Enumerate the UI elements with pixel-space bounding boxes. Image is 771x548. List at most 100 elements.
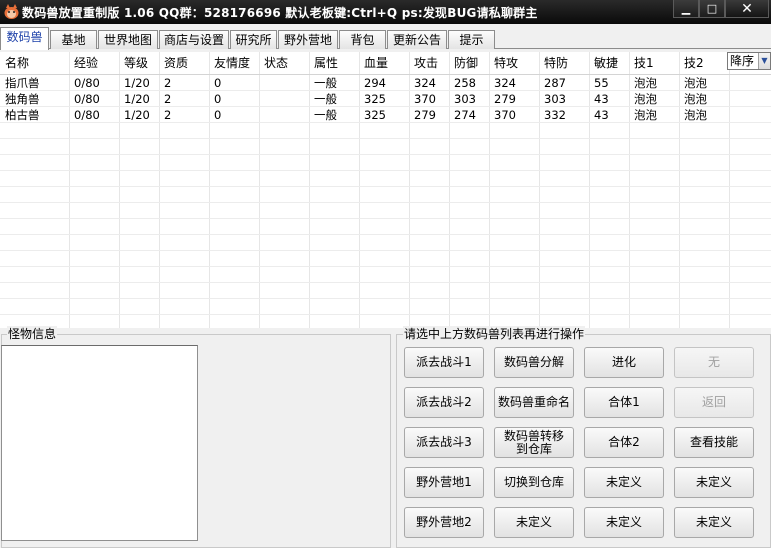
evolve-button[interactable]: 进化 <box>584 347 664 378</box>
table-cell[interactable]: 1/20 <box>124 107 150 123</box>
table-cell[interactable]: 370 <box>494 107 516 123</box>
column-header-name[interactable]: 名称 <box>5 52 29 74</box>
table-cell[interactable]: 柏古兽 <box>5 107 40 123</box>
table-cell[interactable]: 332 <box>544 107 566 123</box>
undefined-button[interactable]: 未定义 <box>584 467 664 498</box>
monster-info-title: 怪物信息 <box>7 326 58 342</box>
column-header-level[interactable]: 等级 <box>124 52 148 74</box>
title-bar[interactable]: 数码兽放置重制版 1.06 QQ群：528176696 默认老板键:Ctrl+Q… <box>0 0 771 24</box>
undefined-button[interactable]: 未定义 <box>674 467 754 498</box>
table-cell[interactable]: 279 <box>414 107 436 123</box>
table-cell[interactable]: 55 <box>594 75 609 91</box>
tab-tips[interactable]: 提示 <box>448 30 495 49</box>
table-cell[interactable]: 一般 <box>314 107 337 123</box>
fuse-1-button[interactable]: 合体1 <box>584 387 664 418</box>
table-cell[interactable]: 1/20 <box>124 91 150 107</box>
tab-lab[interactable]: 研究所 <box>230 30 277 49</box>
column-header-attribute[interactable]: 属性 <box>314 52 338 74</box>
table-cell[interactable]: 303 <box>544 91 566 107</box>
sort-order-select[interactable]: 降序 ▼ <box>727 52 771 70</box>
column-header-attack[interactable]: 攻击 <box>414 52 438 74</box>
send-battle-1-button[interactable]: 派去战斗1 <box>404 347 484 378</box>
sort-order-value: 降序 <box>730 54 755 68</box>
table-cell[interactable]: 0 <box>214 107 221 123</box>
table-cell[interactable]: 2 <box>164 107 171 123</box>
table-cell[interactable]: 泡泡 <box>684 75 707 91</box>
send-battle-2-button[interactable]: 派去战斗2 <box>404 387 484 418</box>
column-header-sp-defense[interactable]: 特防 <box>544 52 568 74</box>
tab-base[interactable]: 基地 <box>50 30 97 49</box>
field-camp-2-button[interactable]: 野外营地2 <box>404 507 484 538</box>
tab-field-camp[interactable]: 野外营地 <box>278 30 338 49</box>
table-cell[interactable]: 泡泡 <box>634 75 657 91</box>
table-cell[interactable]: 287 <box>544 75 566 91</box>
table-cell[interactable]: 泡泡 <box>634 91 657 107</box>
table-cell[interactable]: 0/80 <box>74 91 100 107</box>
table-cell[interactable]: 0 <box>214 75 221 91</box>
table-cell[interactable]: 泡泡 <box>684 91 707 107</box>
column-header-friendship[interactable]: 友情度 <box>214 52 250 74</box>
tab-bar: 数码兽 基地 世界地图 商店与设置 研究所 野外营地 背包 更新公告 提示 <box>0 27 771 50</box>
table-cell[interactable]: 泡泡 <box>684 107 707 123</box>
monster-info-textbox[interactable] <box>1 345 198 541</box>
actions-title: 请选中上方数码兽列表再进行操作 <box>403 326 586 342</box>
switch-to-storage-button[interactable]: 切换到仓库 <box>494 467 574 498</box>
decompose-button[interactable]: 数码兽分解 <box>494 347 574 378</box>
tab-world-map[interactable]: 世界地图 <box>98 30 158 49</box>
table-cell[interactable]: 1/20 <box>124 75 150 91</box>
table-cell[interactable]: 一般 <box>314 75 337 91</box>
undefined-button[interactable]: 未定义 <box>584 507 664 538</box>
tab-bag[interactable]: 背包 <box>339 30 386 49</box>
field-camp-1-button[interactable]: 野外营地1 <box>404 467 484 498</box>
table-cell[interactable]: 370 <box>414 91 436 107</box>
table-cell[interactable]: 指爪兽 <box>5 75 40 91</box>
table-cell[interactable]: 325 <box>364 107 386 123</box>
view-skills-button[interactable]: 查看技能 <box>674 427 754 458</box>
column-header-defense[interactable]: 防御 <box>454 52 478 74</box>
table-cell[interactable]: 258 <box>454 75 476 91</box>
table-cell[interactable]: 324 <box>414 75 436 91</box>
column-header-aptitude[interactable]: 资质 <box>164 52 188 74</box>
table-cell[interactable]: 325 <box>364 91 386 107</box>
undefined-button[interactable]: 未定义 <box>494 507 574 538</box>
tab-shop-settings[interactable]: 商店与设置 <box>159 30 229 49</box>
table-cell[interactable]: 2 <box>164 91 171 107</box>
column-header-agility[interactable]: 敏捷 <box>594 52 618 74</box>
minimize-button[interactable]: ▁ <box>673 0 699 18</box>
app-window: 数码兽放置重制版 1.06 QQ群：528176696 默认老板键:Ctrl+Q… <box>0 0 771 548</box>
tab-digimon[interactable]: 数码兽 <box>0 27 49 50</box>
table-cell[interactable]: 2 <box>164 75 171 91</box>
column-header-skill2[interactable]: 技2 <box>684 52 704 74</box>
table-cell[interactable]: 0 <box>214 91 221 107</box>
none-button[interactable]: 无 <box>674 347 754 378</box>
table-cell[interactable]: 294 <box>364 75 386 91</box>
table-cell[interactable]: 泡泡 <box>634 107 657 123</box>
tab-update-notes[interactable]: 更新公告 <box>387 30 447 49</box>
table-cell[interactable]: 43 <box>594 107 609 123</box>
column-header-status[interactable]: 状态 <box>264 52 288 74</box>
table-cell[interactable]: 324 <box>494 75 516 91</box>
window-title: 数码兽放置重制版 1.06 QQ群：528176696 默认老板键:Ctrl+Q… <box>22 6 538 20</box>
undefined-button[interactable]: 未定义 <box>674 507 754 538</box>
digimon-list[interactable]: 名称 经验 等级 资质 友情度 状态 属性 血量 攻击 防御 特攻 特防 敏捷 … <box>0 52 771 328</box>
table-cell[interactable]: 279 <box>494 91 516 107</box>
fuse-2-button[interactable]: 合体2 <box>584 427 664 458</box>
column-header-skill1[interactable]: 技1 <box>634 52 654 74</box>
column-header-sp-attack[interactable]: 特攻 <box>494 52 518 74</box>
move-to-storage-button[interactable]: 数码兽转移到仓库 <box>494 427 574 458</box>
maximize-button[interactable]: □ <box>699 0 725 18</box>
table-cell[interactable]: 一般 <box>314 91 337 107</box>
back-button[interactable]: 返回 <box>674 387 754 418</box>
send-battle-3-button[interactable]: 派去战斗3 <box>404 427 484 458</box>
close-button[interactable]: ✕ <box>725 0 769 18</box>
table-cell[interactable]: 274 <box>454 107 476 123</box>
table-cell[interactable]: 303 <box>454 91 476 107</box>
chevron-down-icon[interactable]: ▼ <box>758 53 770 69</box>
table-cell[interactable]: 0/80 <box>74 75 100 91</box>
rename-button[interactable]: 数码兽重命名 <box>494 387 574 418</box>
column-header-exp[interactable]: 经验 <box>74 52 98 74</box>
table-cell[interactable]: 独角兽 <box>5 91 40 107</box>
column-header-hp[interactable]: 血量 <box>364 52 388 74</box>
table-cell[interactable]: 43 <box>594 91 609 107</box>
table-cell[interactable]: 0/80 <box>74 107 100 123</box>
